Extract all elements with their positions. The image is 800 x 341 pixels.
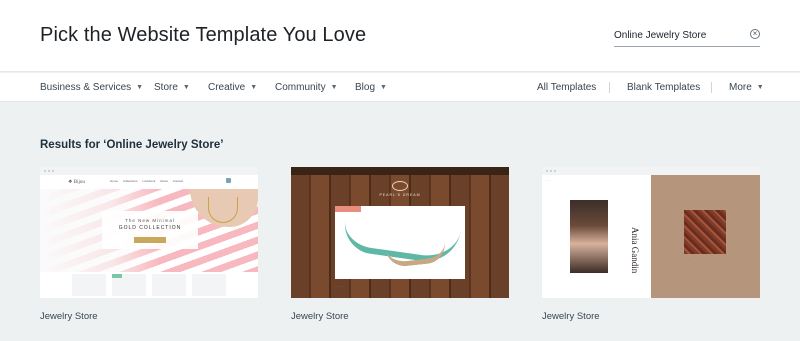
preview-logo: ❖ Bijou (68, 180, 85, 185)
nav-more[interactable]: More ▼ (729, 82, 764, 93)
nav-label: Business & Services (40, 82, 132, 93)
preview-new-badge (112, 274, 122, 278)
chevron-down-icon: ▼ (380, 84, 387, 91)
preview-artist-name: Ania Gandin (630, 227, 640, 274)
nav-store[interactable]: Store ▼ (154, 82, 190, 93)
nav-divider (609, 82, 610, 93)
preview-footer: · · · · · (335, 284, 344, 288)
browser-bar (542, 167, 760, 175)
preview-topbar (291, 167, 509, 175)
preview-promo-title: GOLD COLLECTION (118, 225, 182, 231)
preview-menu: Home Collections Lookbook About Contact (110, 179, 184, 183)
preview-portrait (570, 200, 608, 273)
header: Pick the Website Template You Love × (0, 0, 800, 72)
search-input[interactable] (614, 27, 742, 43)
chevron-down-icon: ▼ (330, 84, 338, 91)
page-title: Pick the Website Template You Love (40, 24, 367, 46)
template-card[interactable]: ❖ Bijou Home Collections Lookbook About … (40, 167, 258, 322)
nav-blog[interactable]: Blog ▼ (355, 82, 387, 93)
template-name[interactable]: Jewelry Store (291, 311, 349, 322)
template-thumbnail[interactable]: ❖ Bijou Home Collections Lookbook About … (40, 167, 258, 298)
nav-creative[interactable]: Creative ▼ (208, 82, 257, 93)
category-nav: Business & Services ▼ Store ▼ Creative ▼ Co… (0, 73, 800, 102)
template-card[interactable]: PEARL'S DREAM · · · · · Jewelry Store (291, 167, 509, 322)
nav-business-services[interactable]: Business & Services ▼ (40, 82, 143, 93)
chevron-down-icon: ▼ (756, 84, 764, 91)
preview-logo: · · · (546, 178, 551, 182)
cart-icon (226, 178, 231, 183)
preview-promo-box: The New Minimal GOLD COLLECTION (102, 211, 198, 249)
template-name[interactable]: Jewelry Store (542, 311, 600, 322)
nav-blank-templates[interactable]: Blank Templates (627, 82, 700, 93)
preview-artwork (684, 210, 726, 254)
nav-all-templates[interactable]: All Templates (537, 82, 596, 93)
chevron-down-icon: ▼ (136, 84, 144, 91)
preview-shop-button (134, 237, 166, 243)
preview-product (152, 274, 186, 296)
close-icon[interactable]: × (750, 29, 760, 39)
nav-label: More (729, 82, 752, 93)
preview-logo-icon (392, 181, 408, 191)
template-thumbnail[interactable]: · · · · · · · Ania Gandin · · · · (542, 167, 760, 298)
preview-caption: · · · · (684, 257, 691, 261)
browser-bar (40, 167, 258, 175)
preview-promo-subtitle: The New Minimal (125, 218, 175, 223)
nav-label: Store (154, 82, 178, 93)
template-card[interactable]: · · · · · · · Ania Gandin · · · · Jewelr… (542, 167, 760, 322)
nav-label: Creative (208, 82, 246, 93)
nav-label: Community (275, 82, 326, 93)
template-thumbnail[interactable]: PEARL'S DREAM · · · · · (291, 167, 509, 298)
template-name[interactable]: Jewelry Store (40, 311, 98, 322)
preview-product (72, 274, 106, 296)
preview-menu: · · · · (712, 178, 728, 182)
search-box: × (614, 24, 760, 47)
chevron-down-icon: ▼ (182, 84, 190, 91)
results-heading: Results for ‘Online Jewelry Store’ (40, 139, 224, 151)
preview-product (192, 274, 226, 296)
chevron-down-icon: ▼ (250, 84, 258, 91)
nav-label: Blog (355, 82, 376, 93)
nav-community[interactable]: Community ▼ (275, 82, 338, 93)
preview-brand: PEARL'S DREAM (379, 193, 421, 197)
nav-divider (711, 82, 712, 93)
